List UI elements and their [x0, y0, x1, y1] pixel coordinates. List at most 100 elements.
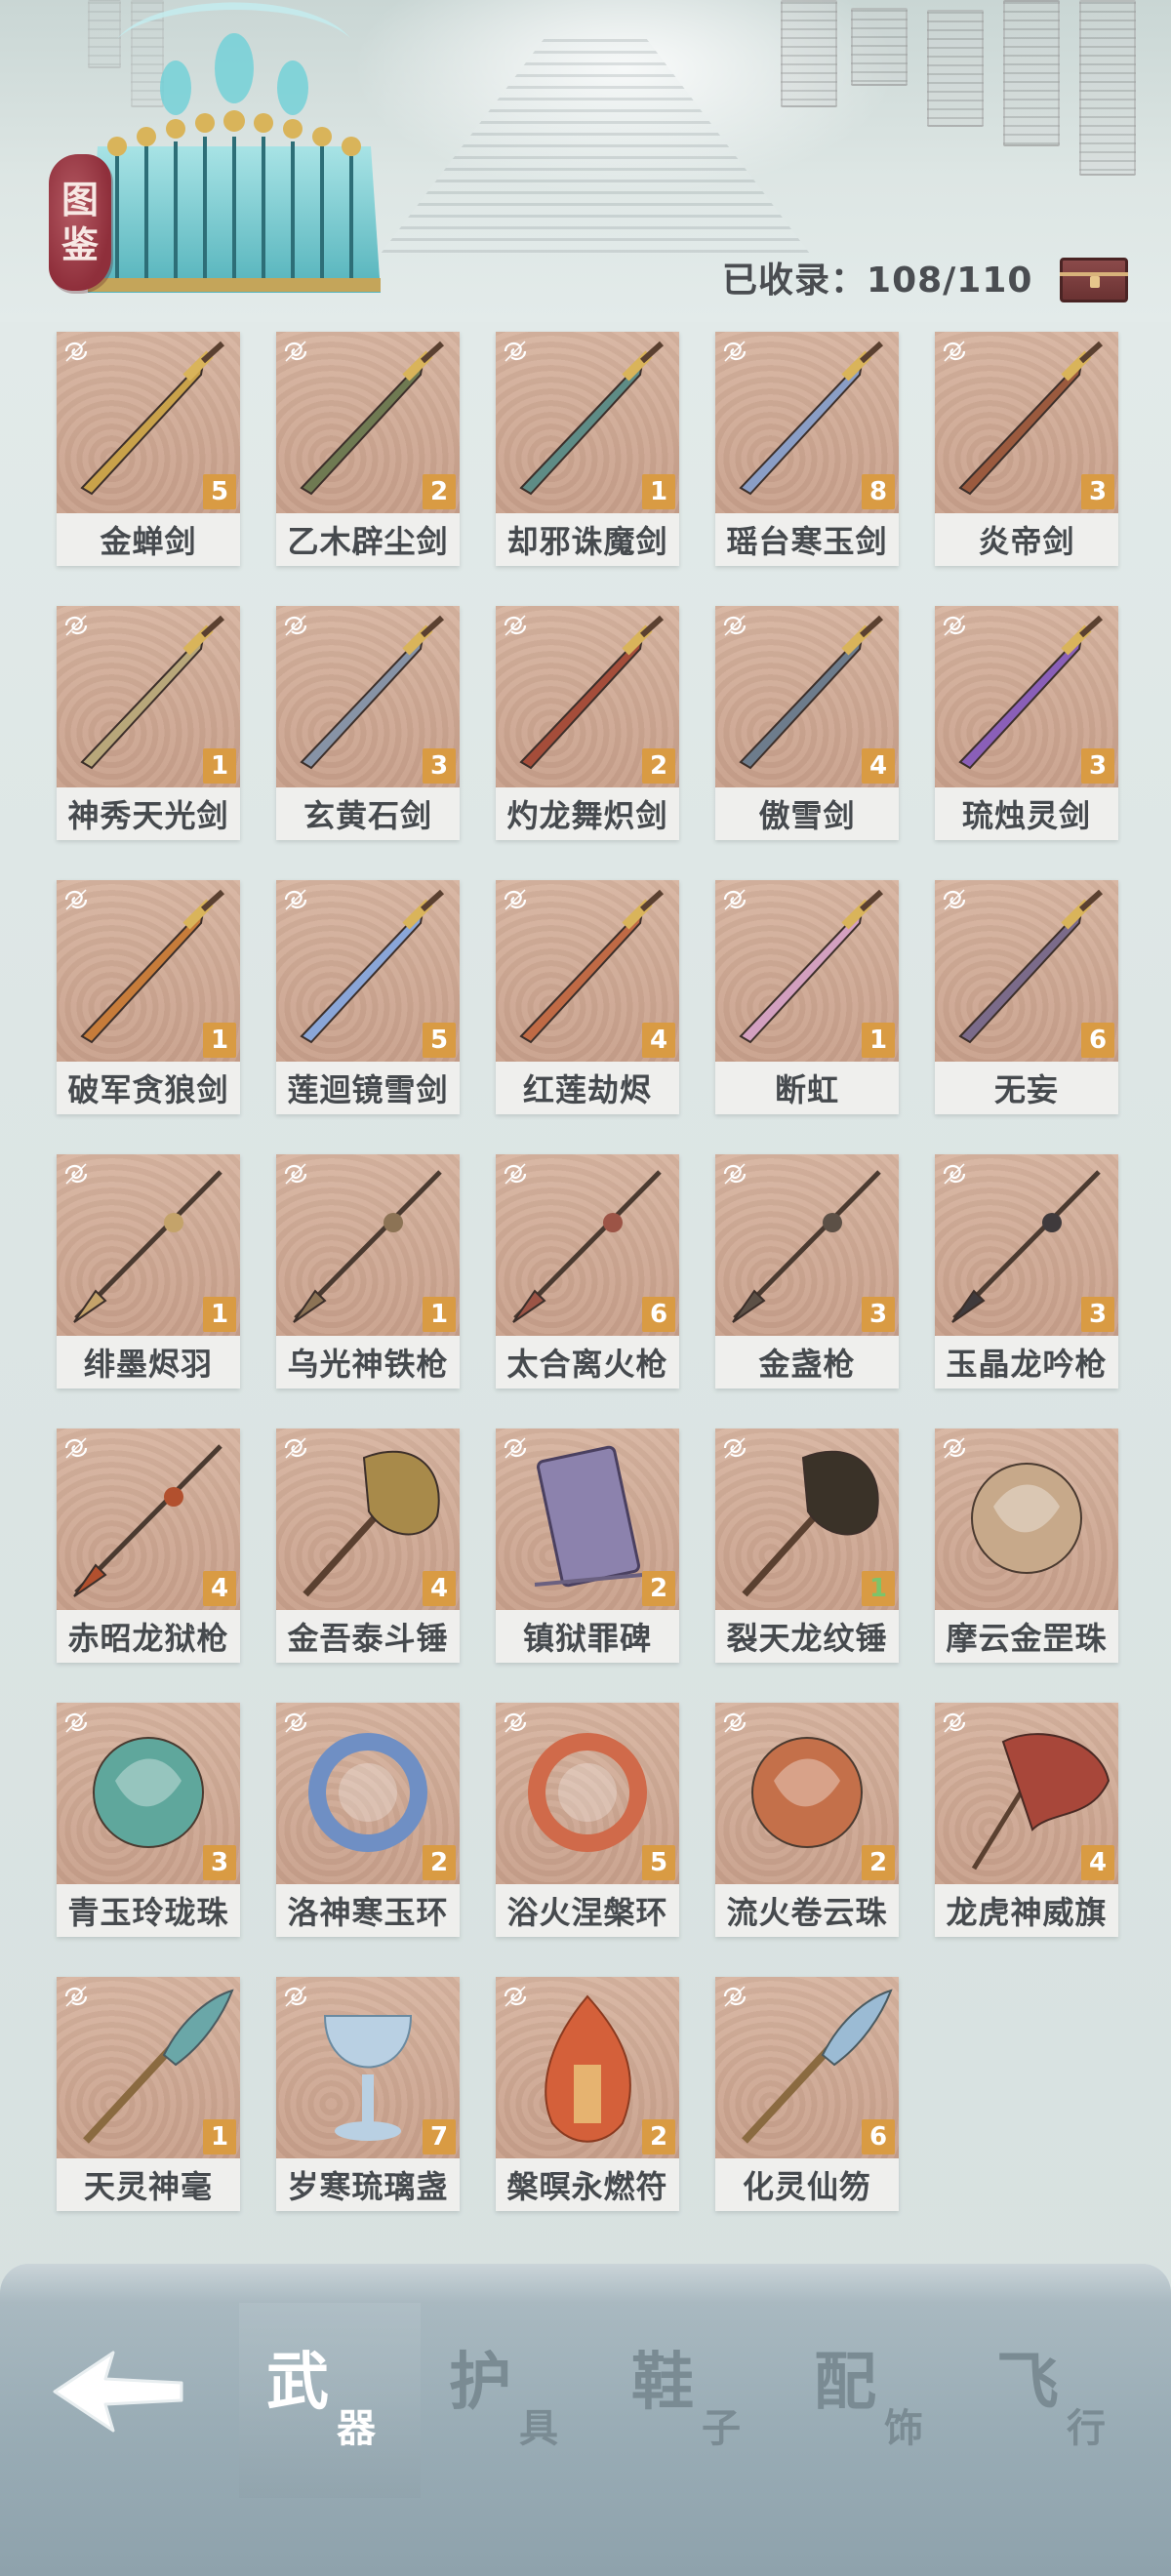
item-name: 龙虎神威旗 [935, 1884, 1118, 1937]
item-name: 天灵神毫 [57, 2158, 240, 2211]
rarity-emblem-icon [943, 1163, 966, 1185]
item-count-badge: 8 [862, 474, 895, 509]
tab-weapons[interactable]: 武器 [239, 2303, 421, 2498]
item-card[interactable]: 1 断虹 [715, 880, 899, 1114]
item-count-badge: 1 [203, 1023, 236, 1058]
item-artwork: 4 [57, 1429, 240, 1610]
rarity-emblem-icon [64, 341, 88, 362]
item-card[interactable]: 5 浴火涅槃环 [496, 1703, 679, 1937]
item-count-badge: 2 [862, 1845, 895, 1880]
back-arrow-icon[interactable] [45, 2338, 191, 2445]
item-card[interactable]: 6 化灵仙笏 [715, 1977, 899, 2211]
item-count-badge: 4 [203, 1571, 236, 1606]
item-card[interactable]: 1 破军贪狼剑 [57, 880, 240, 1114]
item-count-badge: 4 [642, 1023, 675, 1058]
item-card[interactable]: 4 龙虎神威旗 [935, 1703, 1118, 1937]
item-count-badge: 3 [1081, 748, 1114, 784]
tab-label-main: 护 [449, 2347, 511, 2419]
rarity-emblem-icon [723, 615, 747, 636]
item-count-badge: 1 [423, 1297, 456, 1332]
item-artwork: 5 [57, 332, 240, 513]
item-card[interactable]: 6 太合离火枪 [496, 1154, 679, 1389]
item-artwork: 1 [715, 1429, 899, 1610]
item-artwork [935, 1429, 1118, 1610]
item-artwork: 1 [57, 606, 240, 787]
item-card[interactable]: 2 灼龙舞炽剑 [496, 606, 679, 840]
item-card[interactable]: 1 绯墨烬羽 [57, 1154, 240, 1389]
item-card[interactable]: 4 赤昭龙狱枪 [57, 1429, 240, 1663]
item-artwork: 6 [496, 1154, 679, 1336]
item-count-badge: 7 [423, 2119, 456, 2154]
item-card[interactable]: 7 岁寒琉璃盏 [276, 1977, 460, 2211]
item-card[interactable]: 4 傲雪剑 [715, 606, 899, 840]
tab-label-sub: 具 [519, 2406, 558, 2451]
item-count-badge: 1 [862, 1571, 895, 1606]
item-card[interactable]: 6 无妄 [935, 880, 1118, 1114]
rarity-emblem-icon [504, 1986, 527, 2007]
item-name: 灼龙舞炽剑 [496, 787, 679, 840]
item-card[interactable]: 3 炎帝剑 [935, 332, 1118, 566]
item-artwork: 4 [496, 880, 679, 1062]
item-name: 裂天龙纹锤 [715, 1610, 899, 1663]
item-artwork: 4 [935, 1703, 1118, 1884]
item-artwork: 3 [935, 606, 1118, 787]
item-artwork: 7 [276, 1977, 460, 2158]
item-card[interactable]: 8 瑶台寒玉剑 [715, 332, 899, 566]
item-name: 红莲劫烬 [496, 1062, 679, 1114]
item-card[interactable]: 3 玄黄石剑 [276, 606, 460, 840]
item-name: 破军贪狼剑 [57, 1062, 240, 1114]
item-card[interactable]: 1 乌光神铁枪 [276, 1154, 460, 1389]
item-count-badge: 3 [1081, 1297, 1114, 1332]
rarity-emblem-icon [943, 1711, 966, 1733]
item-count-badge: 2 [642, 1571, 675, 1606]
item-card[interactable]: 5 金蝉剑 [57, 332, 240, 566]
item-card[interactable]: 2 乙木辟尘剑 [276, 332, 460, 566]
item-card[interactable]: 2 流火卷云珠 [715, 1703, 899, 1937]
item-artwork: 2 [496, 1429, 679, 1610]
item-artwork: 1 [57, 1977, 240, 2158]
item-count-badge: 3 [862, 1297, 895, 1332]
item-card[interactable]: 2 镇狱罪碑 [496, 1429, 679, 1663]
item-card[interactable]: 摩云金罡珠 [935, 1429, 1118, 1663]
item-card[interactable]: 3 青玉玲珑珠 [57, 1703, 240, 1937]
item-card[interactable]: 4 红莲劫烬 [496, 880, 679, 1114]
item-card[interactable]: 1 却邪诛魔剑 [496, 332, 679, 566]
item-name: 莲迴镜雪剑 [276, 1062, 460, 1114]
item-artwork: 3 [935, 1154, 1118, 1336]
item-card[interactable]: 1 裂天龙纹锤 [715, 1429, 899, 1663]
item-artwork: 1 [276, 1154, 460, 1336]
item-card[interactable]: 2 洛神寒玉环 [276, 1703, 460, 1937]
item-name: 断虹 [715, 1062, 899, 1114]
item-card[interactable]: 4 金吾泰斗锤 [276, 1429, 460, 1663]
item-card[interactable]: 5 莲迴镜雪剑 [276, 880, 460, 1114]
tab-shoes[interactable]: 鞋子 [604, 2303, 786, 2498]
item-count-badge: 5 [203, 474, 236, 509]
item-artwork: 1 [57, 1154, 240, 1336]
item-name: 炎帝剑 [935, 513, 1118, 566]
tab-flying[interactable]: 飞行 [969, 2303, 1151, 2498]
rarity-emblem-icon [64, 889, 88, 910]
tab-armor[interactable]: 护具 [422, 2303, 603, 2498]
tab-accessories[interactable]: 配饰 [787, 2303, 968, 2498]
rarity-emblem-icon [504, 341, 527, 362]
item-card[interactable]: 1 天灵神毫 [57, 1977, 240, 2211]
item-count-badge: 4 [1081, 1845, 1114, 1880]
item-card[interactable]: 2 槃暝永燃符 [496, 1977, 679, 2211]
rarity-emblem-icon [723, 1986, 747, 2007]
item-card[interactable]: 3 金盏枪 [715, 1154, 899, 1389]
item-artwork: 3 [715, 1154, 899, 1336]
item-artwork: 2 [496, 1977, 679, 2158]
item-count-badge: 6 [642, 1297, 675, 1332]
item-card[interactable]: 1 神秀天光剑 [57, 606, 240, 840]
rarity-emblem-icon [284, 1986, 307, 2007]
item-count-badge: 3 [203, 1845, 236, 1880]
tab-label-sub: 饰 [884, 2406, 923, 2451]
rarity-emblem-icon [943, 615, 966, 636]
item-artwork: 5 [276, 880, 460, 1062]
item-name: 玄黄石剑 [276, 787, 460, 840]
item-card[interactable]: 3 玉晶龙吟枪 [935, 1154, 1118, 1389]
tab-label-sub: 子 [702, 2406, 741, 2451]
item-card[interactable]: 3 琉烛灵剑 [935, 606, 1118, 840]
item-artwork: 4 [276, 1429, 460, 1610]
item-count-badge: 4 [862, 748, 895, 784]
